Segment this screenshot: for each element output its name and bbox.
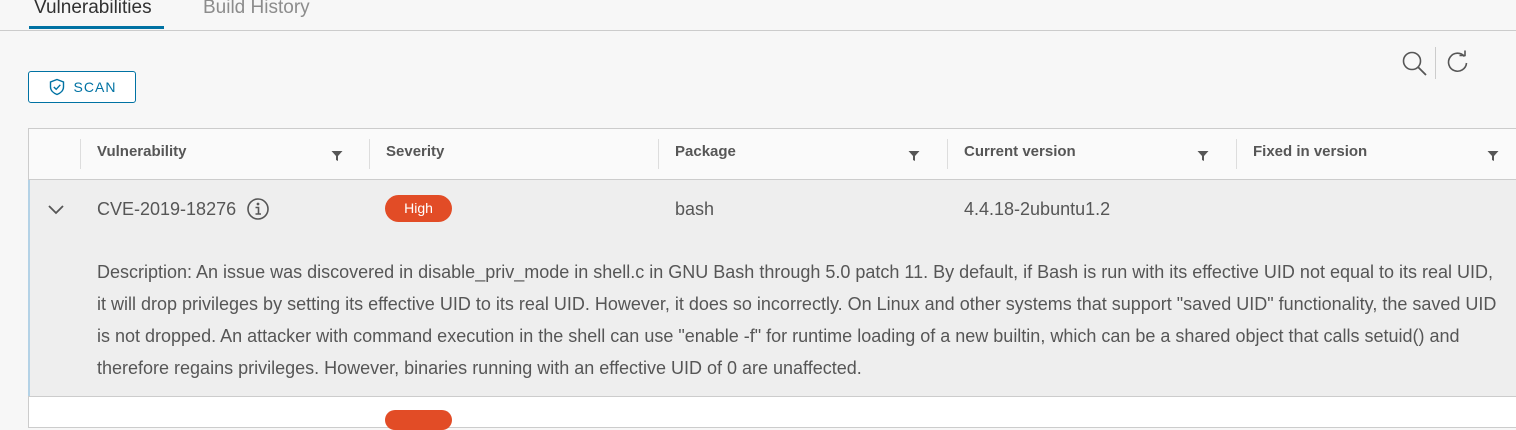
vulnerability-table: Vulnerability Severity Package Current v… <box>28 128 1516 430</box>
current-version: 4.4.18-2ubuntu1.2 <box>964 199 1111 219</box>
table-row[interactable]: CVE-2019-18276 High bash 4.4.18-2ubuntu1… <box>28 180 1516 397</box>
filter-icon[interactable] <box>908 149 920 167</box>
vulnerability-id: CVE-2019-18276 <box>97 199 237 219</box>
vulnerability-description: Description: An issue was discovered in … <box>97 262 1497 378</box>
filter-icon[interactable] <box>1487 149 1499 167</box>
column-separator <box>1236 139 1237 169</box>
shield-check-icon <box>48 78 66 96</box>
column-separator <box>947 139 948 169</box>
scan-button[interactable]: SCAN <box>28 71 136 103</box>
filter-icon[interactable] <box>1197 149 1209 167</box>
tab-bar: Vulnerabilities Build History <box>0 0 1516 31</box>
row-expanded-indicator <box>28 180 30 396</box>
search-icon[interactable] <box>1401 50 1429 83</box>
severity-badge-partial <box>385 410 452 430</box>
chevron-down-icon[interactable] <box>47 203 65 221</box>
tab-build-history[interactable]: Build History <box>203 0 310 29</box>
refresh-icon[interactable] <box>1445 50 1471 81</box>
column-header-severity[interactable]: Severity <box>386 129 444 179</box>
column-header-package[interactable]: Package <box>675 129 736 179</box>
filter-icon[interactable] <box>331 149 343 167</box>
severity-badge: High <box>385 195 452 222</box>
tab-vulnerabilities[interactable]: Vulnerabilities <box>29 0 164 29</box>
package-name: bash <box>675 199 715 219</box>
column-separator <box>80 139 81 169</box>
toolbar-divider <box>1435 47 1436 79</box>
column-separator <box>658 139 659 169</box>
column-header-current-version[interactable]: Current version <box>964 129 1076 179</box>
column-header-vulnerability[interactable]: Vulnerability <box>97 129 186 179</box>
info-icon[interactable] <box>246 197 270 226</box>
scan-button-label: SCAN <box>73 79 117 95</box>
table-header: Vulnerability Severity Package Current v… <box>29 129 1516 180</box>
column-separator <box>369 139 370 169</box>
column-header-fixed-version[interactable]: Fixed in version <box>1253 129 1367 179</box>
